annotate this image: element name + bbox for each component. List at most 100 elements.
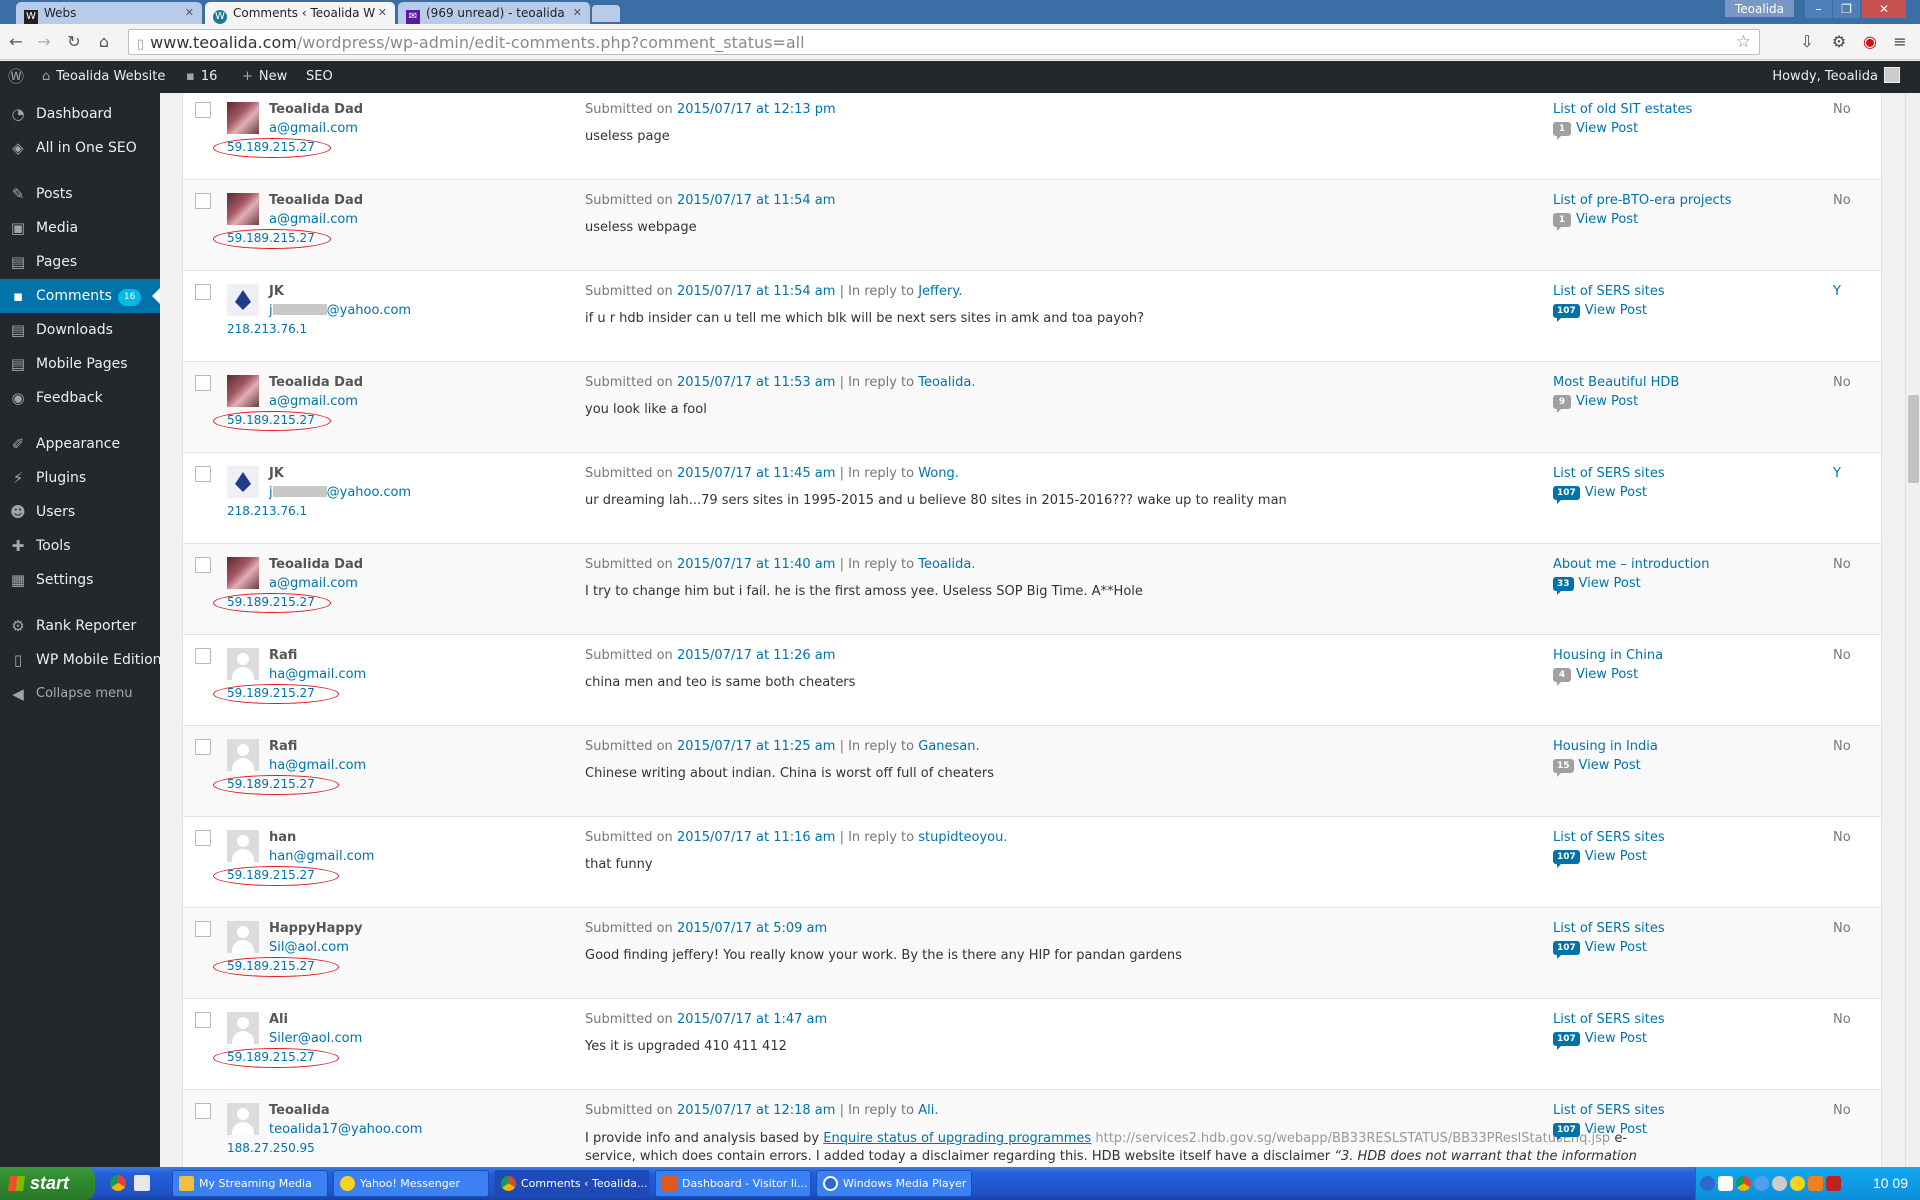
response-post-link[interactable]: List of SERS sites — [1553, 921, 1665, 936]
response-post-link[interactable]: Most Beautiful HDB — [1553, 375, 1679, 390]
view-post-link[interactable]: View Post — [1576, 121, 1638, 136]
menu-pages[interactable]: ▤ Pages — [0, 245, 160, 279]
menu-downloads[interactable]: ▤ Downloads — [0, 313, 160, 347]
minimize-icon[interactable]: – — [1805, 0, 1832, 18]
reply-to-link[interactable]: Ali. — [918, 1103, 938, 1118]
menu-icon[interactable]: ≡ — [1890, 32, 1910, 52]
tab-comments[interactable]: W Comments ‹ Teoalida W ✕ — [205, 2, 395, 24]
tray-chrome-icon[interactable] — [1736, 1176, 1751, 1191]
reply-to-link[interactable]: Wong. — [918, 466, 959, 481]
start-button[interactable]: start — [0, 1167, 95, 1200]
comment-count-bubble[interactable]: 107 — [1553, 1123, 1580, 1141]
view-post-link[interactable]: View Post — [1579, 576, 1641, 591]
author-ip-link[interactable]: 218.213.76.1 — [227, 322, 307, 336]
menu-tools[interactable]: ✚ Tools — [0, 529, 160, 563]
comment-date-link[interactable]: 2015/07/17 at 11:40 am — [677, 557, 835, 572]
comment-count-bubble[interactable]: 9 — [1553, 395, 1571, 413]
view-post-link[interactable]: View Post — [1585, 1031, 1647, 1046]
comment-count-bubble[interactable]: 107 — [1553, 1032, 1580, 1050]
comment-date-link[interactable]: 2015/07/17 at 12:13 pm — [677, 102, 836, 117]
new-tab-button[interactable] — [592, 5, 620, 22]
comment-date-link[interactable]: 2015/07/17 at 11:54 am — [677, 284, 835, 299]
author-email-link[interactable]: j @yahoo.com — [269, 485, 411, 500]
response-post-link[interactable]: List of SERS sites — [1553, 1103, 1665, 1118]
menu-all-in-one-seo[interactable]: ◈ All in One SEO — [0, 131, 160, 165]
restore-icon[interactable]: ❐ — [1833, 0, 1860, 18]
author-email-link[interactable]: teoalida17@yahoo.com — [269, 1122, 422, 1137]
row-checkbox[interactable] — [195, 830, 211, 846]
row-checkbox[interactable] — [195, 739, 211, 755]
view-post-link[interactable]: View Post — [1579, 758, 1641, 773]
menu-plugins[interactable]: ⚡ Plugins — [0, 461, 160, 495]
download-icon[interactable]: ⇩ — [1797, 32, 1817, 52]
comment-count-bubble[interactable]: 107 — [1553, 850, 1580, 868]
close-window-icon[interactable]: ✕ — [1862, 0, 1906, 18]
comments-link[interactable]: ▪ 16 — [186, 61, 217, 93]
comment-date-link[interactable]: 2015/07/17 at 11:25 am — [677, 739, 835, 754]
author-email-link[interactable]: a@gmail.com — [269, 121, 358, 136]
tab-webs[interactable]: W Webs ✕ — [16, 2, 202, 24]
comment-count-bubble[interactable]: 33 — [1553, 577, 1574, 595]
view-post-link[interactable]: View Post — [1585, 303, 1647, 318]
home-icon[interactable]: ⌂ — [94, 32, 114, 52]
response-post-link[interactable]: List of SERS sites — [1553, 1012, 1665, 1027]
back-icon[interactable]: ← — [6, 32, 26, 52]
author-email-link[interactable]: a@gmail.com — [269, 576, 358, 591]
opera-icon[interactable]: ◉ — [1860, 32, 1880, 52]
menu-users[interactable]: ☻ Users — [0, 495, 160, 529]
menu-mobile-pages[interactable]: ▤ Mobile Pages — [0, 347, 160, 381]
menu-comments[interactable]: ▪ Comments 16 — [0, 279, 160, 313]
response-post-link[interactable]: List of old SIT estates — [1553, 102, 1692, 117]
author-email-link[interactable]: a@gmail.com — [269, 212, 358, 227]
tray-arrow-icon[interactable] — [1700, 1176, 1715, 1191]
comment-date-link[interactable]: 2015/07/17 at 11:45 am — [677, 466, 835, 481]
close-tab-icon[interactable]: ✕ — [573, 6, 582, 19]
close-tab-icon[interactable]: ✕ — [185, 6, 194, 19]
menu-settings[interactable]: ▦ Settings — [0, 563, 160, 597]
view-post-link[interactable]: View Post — [1585, 849, 1647, 864]
page-scrollbar[interactable] — [1905, 93, 1920, 1167]
menu-rank-reporter[interactable]: ⚙ Rank Reporter — [0, 609, 160, 643]
author-ip-link[interactable]: 188.27.250.95 — [227, 1141, 315, 1155]
desktop-quicklaunch-icon[interactable] — [134, 1175, 150, 1191]
author-email-link[interactable]: han@gmail.com — [269, 849, 374, 864]
reply-to-link[interactable]: Ganesan. — [918, 739, 979, 754]
row-checkbox[interactable] — [195, 557, 211, 573]
comment-date-link[interactable]: 2015/07/17 at 12:18 am — [677, 1103, 835, 1118]
menu-media[interactable]: ▣ Media — [0, 211, 160, 245]
address-bar[interactable]: ▯ www.teoalida.com/wordpress/wp-admin/edi… — [128, 29, 1760, 55]
tray-messenger-icon[interactable] — [1790, 1176, 1805, 1191]
new-content-link[interactable]: + New — [242, 61, 287, 93]
task-my-streaming-media[interactable]: My Streaming Media — [172, 1170, 328, 1197]
seo-link[interactable]: SEO — [306, 61, 333, 93]
row-checkbox[interactable] — [195, 648, 211, 664]
comment-count-bubble[interactable]: 107 — [1553, 304, 1580, 322]
comment-date-link[interactable]: 2015/07/17 at 5:09 am — [677, 921, 827, 936]
author-email-link[interactable]: ha@gmail.com — [269, 667, 366, 682]
reply-to-link[interactable]: Teoalida. — [918, 557, 975, 572]
view-post-link[interactable]: View Post — [1576, 394, 1638, 409]
row-checkbox[interactable] — [195, 375, 211, 391]
response-post-link[interactable]: List of SERS sites — [1553, 284, 1665, 299]
row-checkbox[interactable] — [195, 466, 211, 482]
menu-posts[interactable]: ✎ Posts — [0, 177, 160, 211]
comment-date-link[interactable]: 2015/07/17 at 11:53 am — [677, 375, 835, 390]
view-post-link[interactable]: View Post — [1576, 667, 1638, 682]
row-checkbox[interactable] — [195, 921, 211, 937]
tray-b-icon[interactable] — [1826, 1176, 1841, 1191]
comment-count-bubble[interactable]: 1 — [1553, 213, 1571, 231]
view-post-link[interactable]: View Post — [1576, 212, 1638, 227]
response-post-link[interactable]: List of SERS sites — [1553, 830, 1665, 845]
view-post-link[interactable]: View Post — [1585, 485, 1647, 500]
author-email-link[interactable]: Siler@aol.com — [269, 1031, 362, 1046]
response-post-link[interactable]: Housing in China — [1553, 648, 1663, 663]
view-post-link[interactable]: View Post — [1585, 940, 1647, 955]
comment-date-link[interactable]: 2015/07/17 at 11:26 am — [677, 648, 835, 663]
row-checkbox[interactable] — [195, 102, 211, 118]
task-dashboard-visitor[interactable]: Dashboard - Visitor li... — [655, 1170, 811, 1197]
close-tab-icon[interactable]: ✕ — [378, 6, 387, 19]
howdy-user-menu[interactable]: Howdy, Teoalida — [1772, 61, 1900, 93]
comment-count-bubble[interactable]: 107 — [1553, 486, 1580, 504]
author-email-link[interactable]: ha@gmail.com — [269, 758, 366, 773]
row-checkbox[interactable] — [195, 1012, 211, 1028]
